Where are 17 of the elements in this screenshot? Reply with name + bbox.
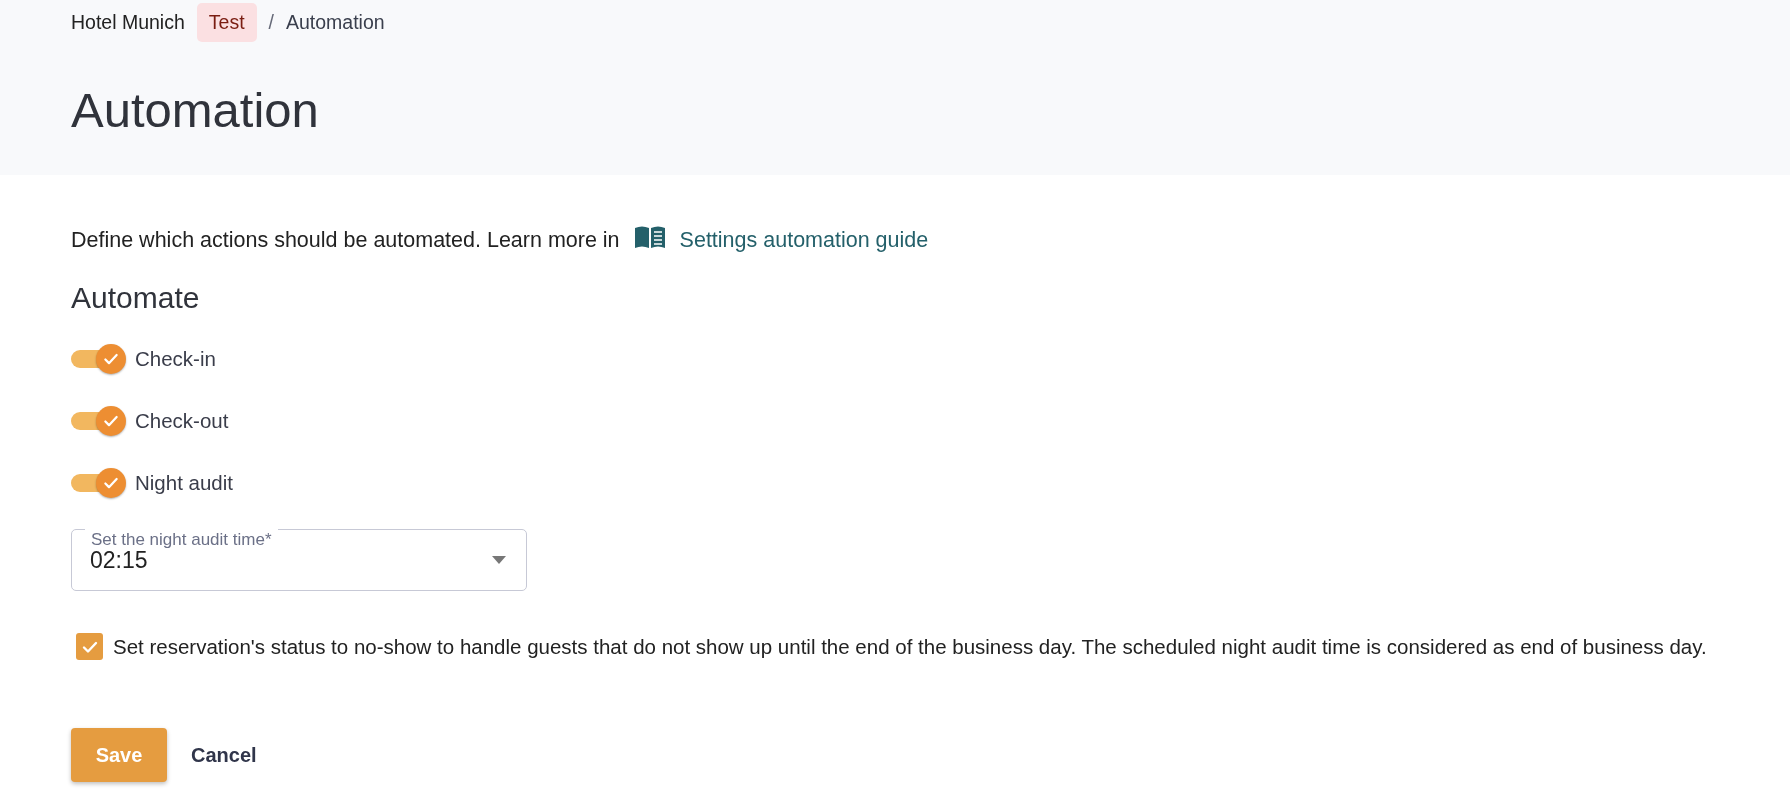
- breadcrumb-current: Automation: [286, 10, 385, 34]
- toggle-label: Check-out: [135, 409, 229, 433]
- caret-icon: [492, 556, 506, 564]
- environment-badge: Test: [196, 2, 257, 42]
- intro-text: Define which actions should be automated. Learn more in: [71, 227, 620, 253]
- cancel-button[interactable]: Cancel: [191, 743, 257, 767]
- toggle-label: Night audit: [135, 471, 233, 495]
- time-select[interactable]: 02:15 Set the night audit time*: [71, 529, 527, 591]
- guide-link[interactable]: Settings automation guide: [679, 227, 929, 253]
- breadcrumb-link[interactable]: Hotel Munich: [71, 10, 185, 34]
- book-icon: [633, 225, 666, 249]
- page-title: Automation: [71, 82, 320, 138]
- toggle-label: Check-in: [135, 347, 216, 371]
- breadcrumb-separator: /: [268, 10, 274, 34]
- section-title: Automate: [71, 281, 201, 315]
- checkbox-label: Set reservation's status to no-show to handle guests that do not show up until the end of the business day. The scheduled night audit time is considered as end of business day.: [113, 634, 1707, 659]
- checkbox[interactable]: [76, 633, 103, 660]
